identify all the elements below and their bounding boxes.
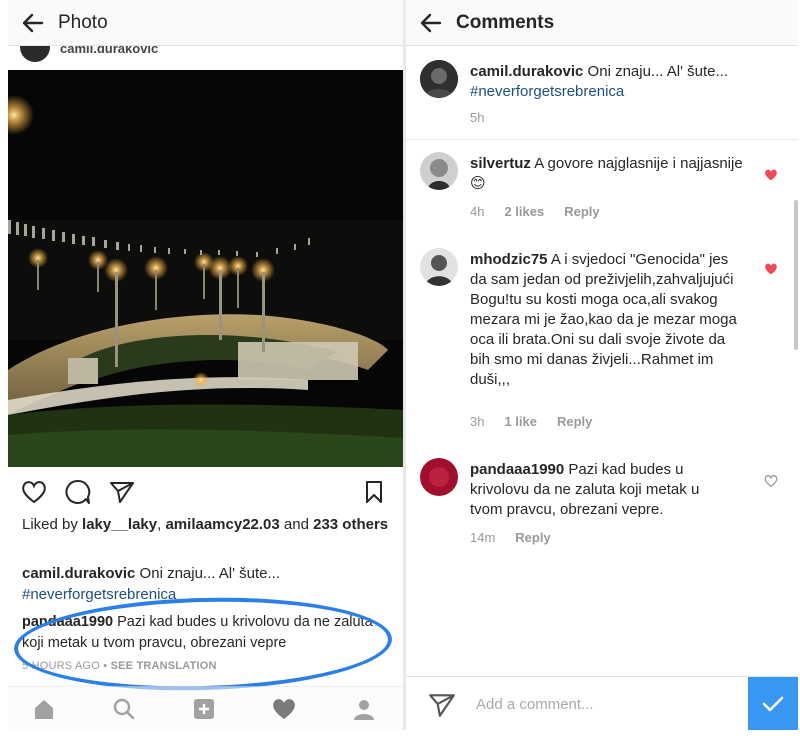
comment-body: pandaaa1990 Pazi kad budes u krivolovu d… (470, 460, 735, 520)
liked-user-link[interactable]: amilaamcy22.03 (165, 516, 279, 533)
reply-button[interactable]: Reply (564, 204, 599, 219)
back-button[interactable] (8, 0, 58, 46)
avatar[interactable] (420, 248, 458, 286)
avatar[interactable] (420, 152, 458, 190)
photo-topbar: Photo (8, 0, 403, 46)
hashtag-link[interactable]: #neverforgetsrebrenica (470, 83, 624, 100)
timestamp: 5h (470, 110, 485, 125)
avatar-image (420, 60, 458, 98)
home-icon (35, 700, 53, 719)
reply-button[interactable]: Reply (515, 530, 550, 545)
add-icon (194, 699, 214, 719)
comment-meta: 4h 2 likes Reply (470, 204, 620, 219)
nav-search[interactable] (110, 695, 138, 723)
nav-home[interactable] (30, 695, 58, 723)
comment-body: silvertuz A govore najglasnije i najjasn… (470, 154, 755, 194)
share-icon (110, 482, 134, 503)
comment-meta: 5h (470, 110, 504, 125)
comment-body: mhodzic75 A i svjedoci "Genocida" jes da… (470, 250, 740, 390)
comment-composer (406, 676, 798, 730)
avatar-image (420, 152, 458, 190)
heart-icon (22, 481, 46, 504)
nav-profile[interactable] (350, 695, 378, 723)
reply-button[interactable]: Reply (557, 414, 592, 429)
bookmark-button[interactable] (360, 478, 388, 506)
memorial-night-photo (8, 70, 403, 467)
post-username[interactable]: camil.durakovic (60, 46, 158, 56)
like-button[interactable] (20, 478, 48, 506)
heart-icon[interactable] (764, 168, 778, 182)
bottom-nav (8, 686, 403, 730)
caption-username[interactable]: camil.durakovic (22, 565, 135, 582)
avatar[interactable] (420, 60, 458, 98)
back-arrow-icon (420, 13, 442, 32)
timestamp: 14m (470, 530, 496, 545)
likes-others-link[interactable]: 233 others (313, 516, 388, 533)
and-label: and (279, 516, 314, 533)
activity-icon (273, 699, 295, 719)
avatar-image (420, 458, 458, 496)
comment-icon (65, 479, 91, 504)
avatar[interactable] (420, 458, 458, 496)
nav-add[interactable] (190, 695, 218, 723)
timestamp: 3h (470, 414, 485, 429)
back-arrow-icon (22, 13, 44, 32)
liked-user-link[interactable]: laky__laky (82, 516, 157, 533)
comment-text: Oni znaju... Al' šute... (583, 63, 728, 80)
caption-text: Oni znaju... Al' šute... (135, 565, 280, 582)
likes-summary: Liked by laky__laky, amilaamcy22.03 and … (22, 514, 393, 535)
profile-icon (354, 700, 374, 720)
avatar-image (420, 248, 458, 286)
send-icon[interactable] (428, 691, 456, 719)
check-icon (762, 696, 784, 712)
comments-topbar: Comments (406, 0, 798, 46)
post-header: camil.durakovic (8, 46, 403, 70)
comment-username[interactable]: pandaaa1990 (470, 461, 564, 478)
bookmark-icon (366, 481, 382, 503)
scrollbar[interactable] (794, 200, 798, 350)
search-icon (113, 698, 135, 720)
comment-body: camil.durakovic Oni znaju... Al' šute...… (470, 62, 760, 102)
liked-by-label: Liked by (22, 516, 83, 533)
comment-button[interactable] (64, 478, 92, 506)
comment-username[interactable]: silvertuz (470, 155, 531, 172)
comment-input[interactable] (476, 689, 736, 719)
page-title: Photo (58, 11, 108, 33)
post-comment-button[interactable] (748, 677, 798, 730)
heart-icon[interactable] (764, 262, 778, 276)
heart-outline-icon[interactable] (764, 474, 778, 488)
post-photo[interactable] (8, 70, 403, 467)
likes-count-link[interactable]: 2 likes (504, 204, 544, 219)
page-title: Comments (456, 11, 555, 33)
comment-username[interactable]: camil.durakovic (470, 63, 583, 80)
nav-activity[interactable] (270, 695, 298, 723)
annotation-circle (12, 593, 394, 695)
comment-meta: 14m Reply (470, 530, 571, 545)
comment-username[interactable]: mhodzic75 (470, 251, 548, 268)
back-button[interactable] (406, 0, 456, 46)
timestamp: 4h (470, 204, 485, 219)
post-actions (8, 475, 403, 509)
comment-meta: 3h 1 like Reply (470, 414, 612, 429)
photo-screen: Photo camil.durakovic Liked by laky__lak… (8, 0, 403, 730)
comment-text: A i svjedoci "Genocida" jes da sam jedan… (470, 251, 737, 388)
likes-count-link[interactable]: 1 like (504, 414, 537, 429)
divider (406, 139, 798, 140)
comments-screen: Comments camil.durakovic Oni znaju... Al… (406, 0, 798, 730)
avatar[interactable] (20, 46, 50, 62)
share-button[interactable] (108, 478, 136, 506)
